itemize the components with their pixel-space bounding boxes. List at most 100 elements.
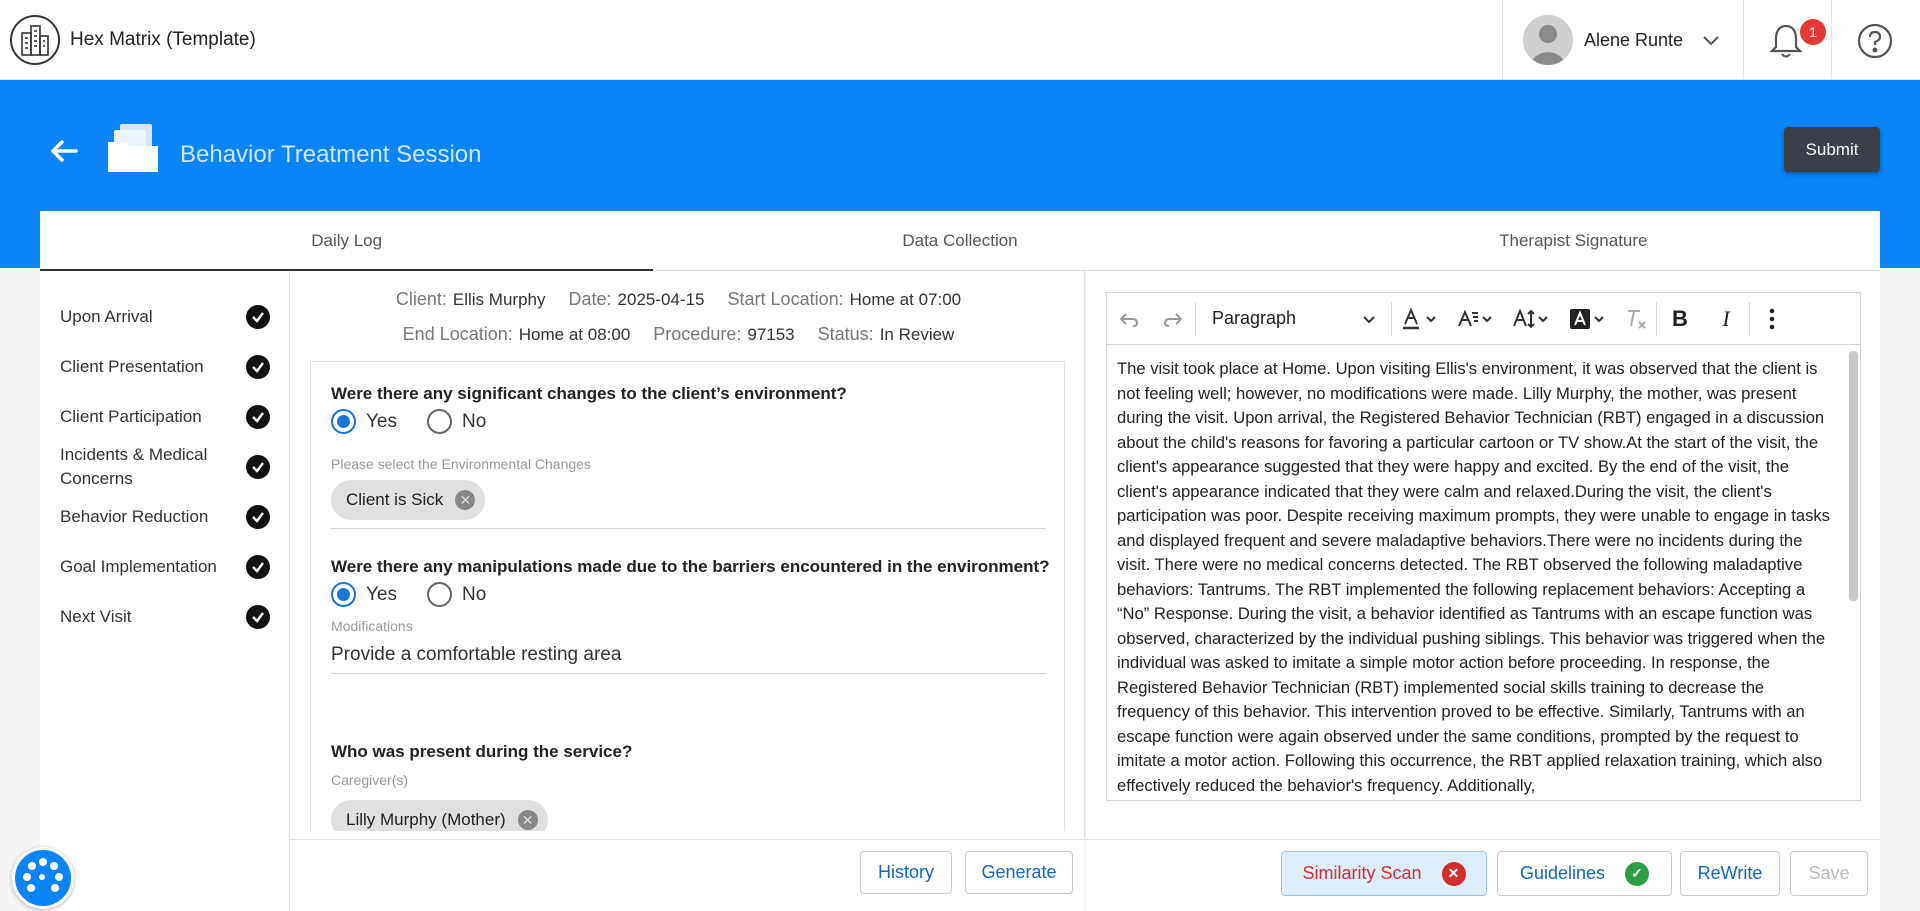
more-options-icon[interactable]	[1750, 293, 1794, 345]
page-title: Behavior Treatment Session	[180, 141, 482, 168]
date-value: 2025-04-15	[617, 290, 705, 309]
nav-item-label: Client Participation	[60, 407, 202, 426]
field-divider	[331, 528, 1046, 529]
radio-yes[interactable]	[331, 582, 356, 607]
end-location-value: Home at 08:00	[518, 325, 631, 344]
note-editor-panel: Paragraph B I The visit took place at Ho…	[1086, 271, 1880, 911]
font-color-icon[interactable]	[1392, 293, 1448, 345]
radio-no-label[interactable]: No	[462, 411, 486, 433]
highlight-color-icon[interactable]	[1560, 293, 1616, 345]
check-circle-icon	[246, 605, 270, 629]
floating-menu-button[interactable]	[12, 847, 74, 909]
tab-daily-log[interactable]: Daily Log	[40, 211, 654, 271]
question-manipulations: Were there any manipulations made due to…	[331, 557, 1050, 576]
start-location-value: Home at 07:00	[849, 290, 962, 309]
environmental-change-chip[interactable]: Client is Sick ✕	[331, 480, 486, 520]
building-logo-icon[interactable]	[10, 15, 60, 65]
italic-icon[interactable]: I	[1703, 293, 1749, 345]
guidelines-label: Guidelines	[1519, 863, 1606, 883]
clear-formatting-icon[interactable]	[1616, 293, 1656, 345]
environmental-changes-label: Please select the Environmental Changes	[331, 456, 591, 472]
rewrite-button[interactable]: ReWrite	[1680, 851, 1780, 896]
date-label: Date:	[568, 289, 612, 309]
dots-circle-icon	[23, 858, 63, 892]
manipulations-radio-group: Yes No	[331, 582, 486, 607]
editor-scrollbar[interactable]	[1849, 351, 1858, 601]
back-arrow-icon[interactable]	[48, 135, 80, 172]
notification-badge: 1	[1800, 19, 1826, 45]
block-format-value: Paragraph	[1212, 308, 1297, 328]
nav-item-upon-arrival[interactable]: Upon Arrival	[60, 305, 290, 329]
bell-icon[interactable]	[1768, 22, 1804, 65]
undo-icon[interactable]	[1107, 293, 1151, 345]
procedure-label: Procedure:	[653, 324, 742, 344]
submit-button[interactable]: Submit	[1784, 127, 1880, 172]
nav-item-label: Upon Arrival	[60, 307, 153, 326]
caregivers-label: Caregiver(s)	[331, 772, 409, 788]
notifications[interactable]: 1	[1744, 0, 1832, 80]
form-card: Were there any significant changes to th…	[310, 361, 1065, 831]
tab-data-collection[interactable]: Data Collection	[653, 211, 1266, 270]
radio-no-label[interactable]: No	[462, 584, 486, 606]
remove-chip-icon[interactable]: ✕	[455, 490, 476, 510]
radio-no[interactable]	[427, 582, 452, 607]
check-circle-icon	[246, 505, 270, 529]
similarity-scan-button[interactable]: Similarity Scan ✕	[1281, 851, 1487, 896]
remove-chip-icon[interactable]: ✕	[517, 810, 538, 830]
history-button[interactable]: History	[860, 851, 952, 894]
radio-no[interactable]	[427, 409, 452, 434]
redo-icon[interactable]	[1151, 293, 1195, 345]
nav-item-client-presentation[interactable]: Client Presentation	[60, 355, 290, 379]
radio-yes-label[interactable]: Yes	[366, 411, 397, 433]
check-circle-icon	[246, 305, 270, 329]
chevron-down-icon	[1363, 315, 1375, 323]
chevron-down-icon[interactable]	[1699, 28, 1723, 57]
chip-label: Client is Sick	[346, 490, 444, 509]
nav-item-behavior-reduction[interactable]: Behavior Reduction	[60, 505, 290, 529]
user-name: Alene Runte	[1584, 30, 1684, 50]
modifications-input[interactable]: Provide a comfortable resting area	[331, 644, 621, 666]
nav-item-label: Incidents & Medical Concerns	[60, 445, 208, 488]
tab-bar: Daily Log Data Collection Therapist Sign…	[40, 211, 1880, 271]
question-who-present: Who was present during the service?	[331, 742, 633, 761]
generate-button[interactable]: Generate	[965, 851, 1073, 894]
font-size-icon[interactable]	[1504, 293, 1560, 345]
question-environment-changes: Were there any significant changes to th…	[331, 384, 847, 403]
field-divider	[331, 673, 1046, 674]
check-circle-icon	[246, 555, 270, 579]
block-format-select[interactable]: Paragraph	[1196, 293, 1391, 345]
help-icon[interactable]	[1856, 22, 1894, 65]
save-button[interactable]: Save	[1790, 851, 1868, 896]
bold-icon[interactable]: B	[1657, 293, 1703, 345]
end-location-label: End Location:	[402, 324, 513, 344]
check-circle-icon	[246, 405, 270, 429]
top-bar: Hex Matrix (Template) Alene Runte 1	[0, 0, 1920, 80]
nav-item-label: Client Presentation	[60, 357, 204, 376]
radio-yes-label[interactable]: Yes	[366, 584, 397, 606]
daily-log-form-panel: Client: Ellis Murphy Date: 2025-04-15 Star…	[290, 271, 1085, 911]
error-x-icon: ✕	[1441, 861, 1466, 886]
guidelines-button[interactable]: Guidelines ✓	[1497, 851, 1672, 896]
form-footer: History Generate	[290, 839, 1085, 911]
caregiver-chip[interactable]: Lilly Murphy (Mother) ✕	[331, 800, 548, 831]
font-family-icon[interactable]	[1448, 293, 1504, 345]
radio-yes[interactable]	[331, 409, 356, 434]
nav-item-client-participation[interactable]: Client Participation	[60, 405, 290, 429]
client-label: Client:	[395, 289, 447, 309]
nav-item-incidents-medical[interactable]: Incidents & Medical Concerns	[60, 443, 290, 491]
note-text-editor[interactable]: The visit took place at Home. Upon visit…	[1106, 344, 1861, 801]
status-label: Status:	[817, 324, 874, 344]
tab-therapist-signature[interactable]: Therapist Signature	[1267, 211, 1880, 270]
modifications-label: Modifications	[331, 618, 413, 634]
user-menu[interactable]: Alene Runte	[1502, 0, 1744, 80]
chip-label: Lilly Murphy (Mother)	[346, 810, 506, 829]
documents-icon	[106, 120, 162, 181]
nav-item-goal-implementation[interactable]: Goal Implementation	[60, 555, 290, 579]
nav-item-next-visit[interactable]: Next Visit	[60, 605, 290, 629]
avatar	[1523, 15, 1573, 65]
nav-item-label: Behavior Reduction	[60, 507, 209, 526]
note-text[interactable]: The visit took place at Home. Upon visit…	[1117, 357, 1834, 798]
start-location-label: Start Location:	[727, 289, 844, 309]
procedure-value: 97153	[747, 325, 795, 344]
status-value: In Review	[879, 325, 955, 344]
